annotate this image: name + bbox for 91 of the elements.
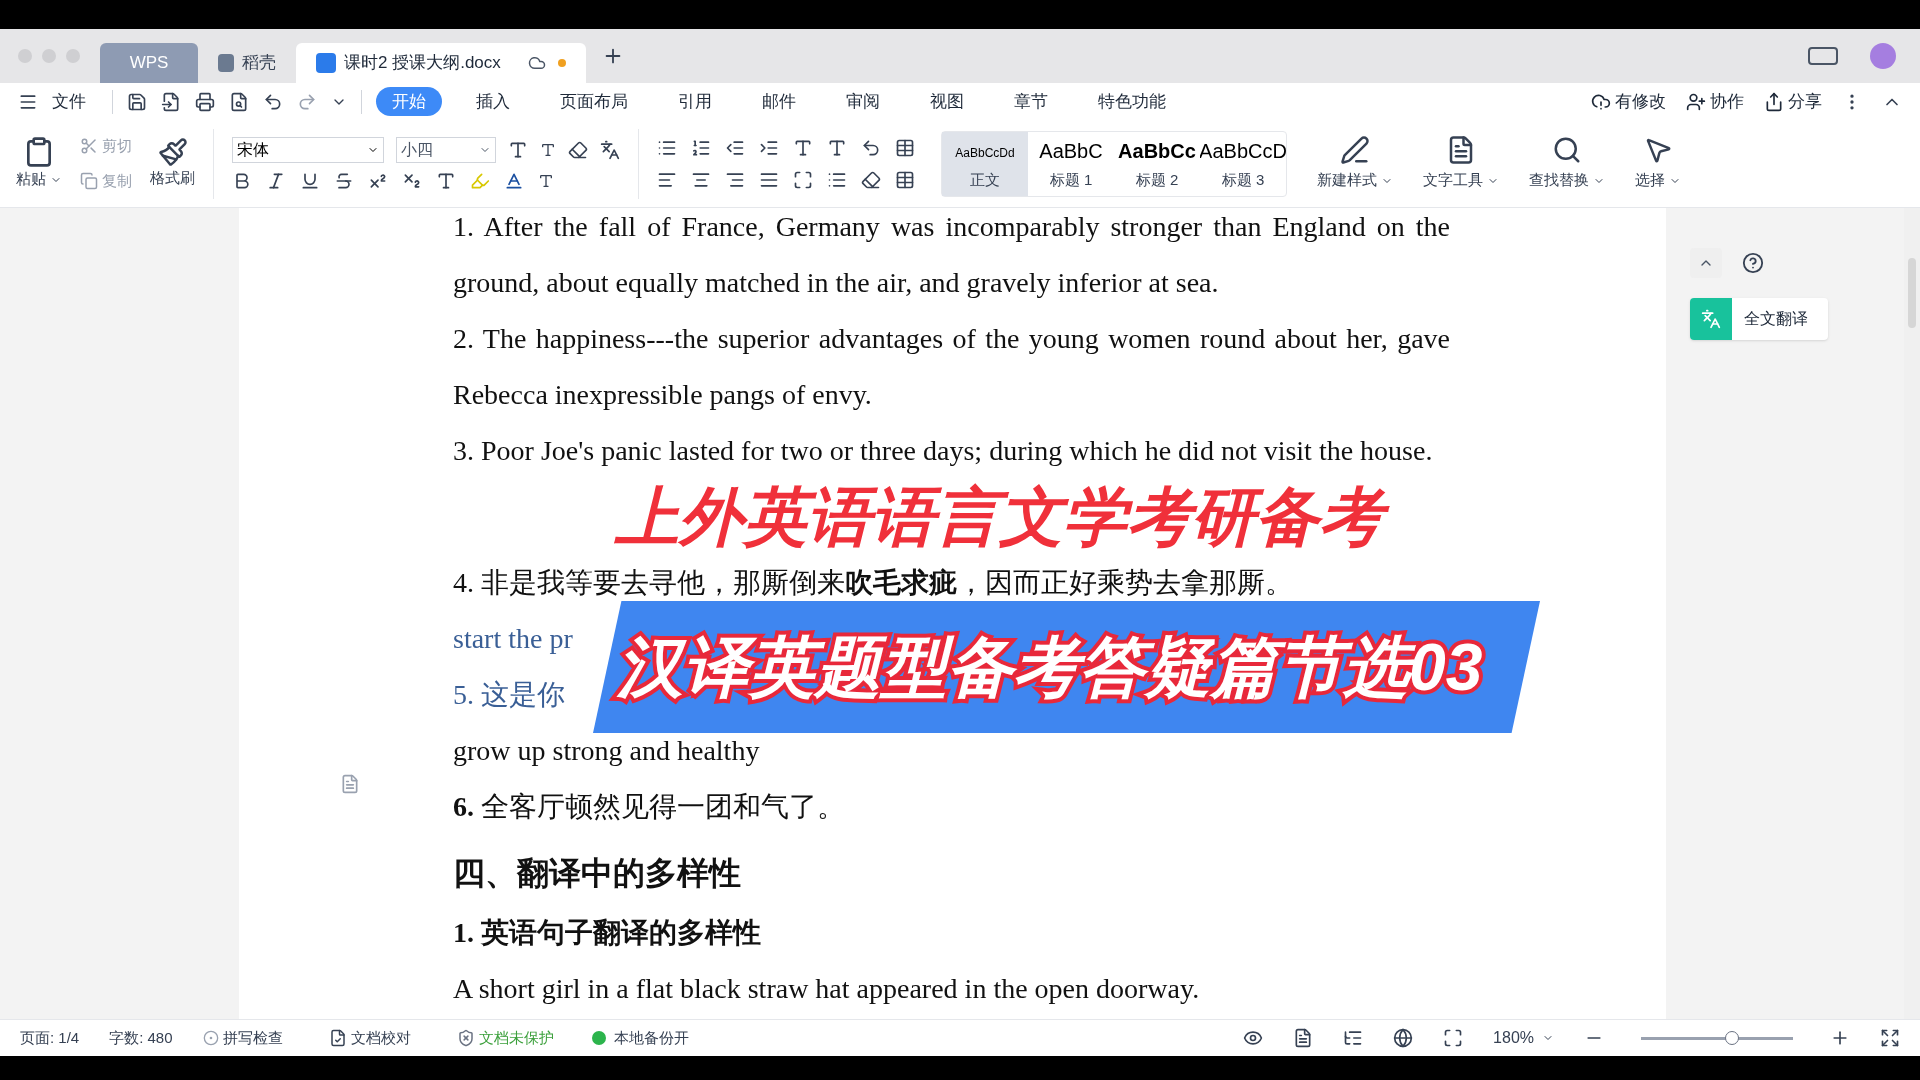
fullscreen-icon[interactable] bbox=[1880, 1028, 1900, 1048]
action-button[interactable]: 协作 bbox=[1686, 88, 1744, 115]
proofread-button[interactable]: 文档校对 bbox=[328, 1026, 411, 1050]
print-icon[interactable] bbox=[195, 91, 215, 112]
file-menu[interactable]: 文件 bbox=[52, 88, 86, 115]
ribbon-tab[interactable]: 视图 bbox=[922, 88, 972, 115]
document-paragraph: 4. 非是我等要去寻他，那厮倒来吹毛求疵，因而正好乘势去拿那厮。 bbox=[453, 566, 1294, 600]
tool-button[interactable]: 新建样式 bbox=[1317, 169, 1393, 192]
scissors-icon bbox=[80, 137, 98, 156]
tab-label: 课时2 授课大纲.docx bbox=[344, 52, 501, 75]
paste-button[interactable]: 粘贴 bbox=[16, 168, 62, 191]
style-preset[interactable]: AaBbCc 标题 2 bbox=[1114, 131, 1200, 196]
style-label: 标题 3 bbox=[1221, 170, 1265, 190]
ribbon-tab[interactable]: 邮件 bbox=[754, 88, 804, 115]
spell-check-button[interactable]: 拼写检查 bbox=[202, 1026, 283, 1050]
ribbon-tab[interactable]: 插入 bbox=[468, 88, 518, 115]
style-preview: AaBbC bbox=[1039, 138, 1103, 164]
italic-icon[interactable] bbox=[266, 170, 286, 191]
action-button[interactable]: 有修改 bbox=[1591, 88, 1666, 115]
preview-icon[interactable] bbox=[229, 91, 249, 112]
search-icon[interactable] bbox=[1552, 135, 1582, 166]
cloud-icon bbox=[1591, 91, 1611, 112]
document-paragraph: 5. 这是你 bbox=[453, 678, 565, 712]
tab-label: 稻壳 bbox=[242, 52, 276, 75]
tool-button[interactable]: 文字工具 bbox=[1423, 169, 1499, 192]
spell-check-icon bbox=[202, 1030, 219, 1046]
page-view-icon[interactable] bbox=[1293, 1028, 1314, 1048]
user-add-icon bbox=[1686, 91, 1706, 112]
eye-protection-icon[interactable] bbox=[1243, 1028, 1264, 1048]
ribbon-tab[interactable]: 页面布局 bbox=[552, 88, 636, 115]
document-paragraph: 2. The happiness---the superior advantages of the young women round about her, gave Rebecca inexpressible pangs of envy. bbox=[453, 322, 1450, 412]
format-painter-icon[interactable] bbox=[157, 137, 188, 168]
style-label: 正文 bbox=[970, 170, 1000, 190]
document-paragraph: 1. After the fall of France, Germany was incomparably stronger than England on the ground, about equally matched in the air, and gravely inferior at sea. bbox=[453, 210, 1450, 300]
style-preview: AaBbCcD bbox=[1200, 138, 1286, 164]
word-doc-icon bbox=[316, 53, 336, 73]
pinyin-icon[interactable] bbox=[600, 139, 620, 160]
page-count: 页面: 1/4 bbox=[20, 1027, 80, 1048]
style-preview: AaBbCc bbox=[1118, 138, 1196, 164]
title-banner-text: 上外英语语言文学考研备考 bbox=[603, 481, 1395, 553]
style-label: 标题 2 bbox=[1135, 170, 1179, 190]
style-preset[interactable]: AaBbCcD 标题 3 bbox=[1200, 131, 1286, 196]
translate-icon bbox=[1701, 309, 1721, 329]
paragraph-marker-icon[interactable] bbox=[340, 774, 360, 794]
document-tab[interactable]: 稻壳 bbox=[198, 43, 296, 83]
section-heading: 四、翻译中的多样性 bbox=[453, 854, 742, 893]
export-icon[interactable] bbox=[161, 91, 181, 112]
copy-icon bbox=[80, 171, 98, 190]
store-logo-icon bbox=[218, 54, 234, 72]
document-check-icon bbox=[328, 1029, 347, 1047]
document-paragraph: start the pr bbox=[453, 622, 573, 656]
save-icon[interactable] bbox=[127, 91, 147, 112]
document-paragraph: 3. Poor Joe's panic lasted for two or three days; during which he did not visit the house. bbox=[453, 434, 1434, 468]
shield-icon bbox=[456, 1029, 475, 1047]
help-icon[interactable] bbox=[1742, 252, 1764, 274]
cloud-icon bbox=[528, 54, 546, 72]
share-icon bbox=[1764, 91, 1784, 112]
style-label: 标题 1 bbox=[1049, 170, 1093, 190]
document-paragraph: A short girl in a flat black straw hat appeared in the open doorway. bbox=[453, 972, 1201, 1006]
tool-button[interactable]: 选择 bbox=[1635, 169, 1681, 192]
document-tab[interactable]: 课时2 授课大纲.docx bbox=[296, 43, 586, 83]
ribbon-tab[interactable]: 章节 bbox=[1006, 88, 1056, 115]
document-paragraph: grow up strong and healthy bbox=[453, 734, 761, 768]
backup-status[interactable]: 本地备份开 bbox=[591, 1026, 689, 1050]
action-button[interactable]: 分享 bbox=[1764, 88, 1822, 115]
clear-format-icon[interactable] bbox=[568, 139, 588, 160]
ribbon-tab[interactable]: 引用 bbox=[670, 88, 720, 115]
style-preset[interactable]: AaBbC 标题 1 bbox=[1028, 131, 1114, 196]
tab-label: WPS bbox=[129, 52, 169, 75]
word-count: 字数: 480 bbox=[109, 1027, 173, 1048]
style-preview: AaBbCcDd bbox=[955, 144, 1015, 162]
avatar-icon[interactable] bbox=[1870, 43, 1896, 69]
document-paragraph: 6. 全客厅顿然见得一团和气了。 bbox=[453, 790, 846, 824]
tool-button[interactable]: 查找替换 bbox=[1529, 169, 1605, 192]
fit-icon[interactable] bbox=[1443, 1028, 1464, 1048]
zoom-level[interactable]: 180% bbox=[1493, 1026, 1554, 1050]
style-preset[interactable]: AaBbCcDd 正文 bbox=[942, 131, 1028, 196]
layout-icon[interactable] bbox=[1808, 47, 1838, 65]
ribbon-tab[interactable]: 审阅 bbox=[838, 88, 888, 115]
font-select[interactable]: 宋体 bbox=[232, 136, 384, 163]
outline-view-icon[interactable] bbox=[1343, 1028, 1364, 1048]
format-painter-button[interactable]: 格式刷 bbox=[150, 167, 195, 190]
web-view-icon[interactable] bbox=[1393, 1028, 1414, 1048]
section-heading: 1. 英语句子翻译的多样性 bbox=[453, 916, 762, 950]
full-translate-button[interactable]: 全文翻译 bbox=[1690, 298, 1828, 340]
undo-icon[interactable] bbox=[263, 91, 283, 112]
zoom-slider-thumb[interactable] bbox=[1725, 1030, 1740, 1045]
size-select[interactable]: 小四 bbox=[396, 136, 496, 163]
new-style-icon[interactable] bbox=[1340, 135, 1370, 166]
ribbon-tab[interactable]: 特色功能 bbox=[1090, 88, 1174, 115]
redo-icon[interactable] bbox=[297, 91, 317, 112]
